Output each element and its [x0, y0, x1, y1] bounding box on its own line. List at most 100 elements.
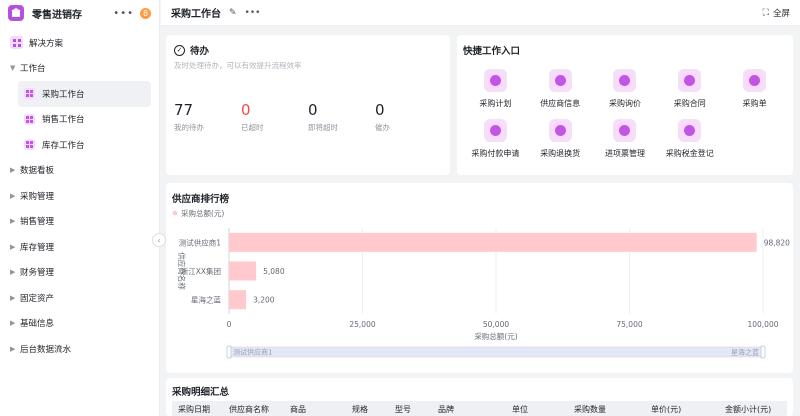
quick-purchase-inquiry[interactable]: 采购询价 — [593, 69, 658, 109]
stat-due-soon[interactable]: 0 即将超时 — [308, 101, 375, 133]
check-circle-icon — [613, 119, 637, 142]
sidebar-item-label: 销售管理 — [20, 217, 55, 228]
todo-card: ✓ 待办 及时处理待办，可以有效提升流程效率 77 我的待办 0 已超时 0 即… — [166, 35, 450, 175]
todo-title: 待办 — [190, 46, 210, 57]
sidebar-group-basic-info[interactable]: ▶ 基础信息 — [0, 311, 159, 337]
stat-label: 我的待办 — [174, 123, 204, 132]
car-icon — [548, 119, 572, 142]
quick-label: 采购计划 — [479, 99, 512, 108]
stat-overdue[interactable]: 0 已超时 — [241, 101, 308, 133]
quick-label: 采购合同 — [673, 99, 706, 108]
quick-label: 采购退换货 — [540, 149, 581, 158]
stat-urge[interactable]: 0 催办 — [375, 101, 442, 133]
bar-value-label: 98,820 — [764, 238, 790, 247]
sidebar-group-purchase[interactable]: ▶ 采购管理 — [0, 183, 159, 209]
quick-purchase-plan[interactable]: 采购计划 — [463, 69, 528, 109]
sidebar-group-assets[interactable]: ▶ 固定资产 — [0, 285, 159, 311]
grid-icon — [24, 88, 35, 100]
quick-return-exchange[interactable]: 采购退换货 — [528, 119, 593, 159]
column-header[interactable]: 品牌 — [438, 404, 454, 415]
stat-number: 0 — [308, 101, 318, 119]
sidebar-item-label: 库存管理 — [20, 242, 55, 253]
column-header[interactable]: 金额小计(元) — [725, 404, 771, 415]
notification-badge[interactable]: 8 — [140, 7, 151, 19]
stat-label: 已超时 — [241, 123, 264, 132]
column-header[interactable]: 单位 — [512, 404, 528, 415]
stat-number: 0 — [241, 101, 251, 119]
sidebar-item-label: 销售工作台 — [42, 115, 85, 126]
fullscreen-button[interactable]: ⛶ 全屏 — [763, 7, 790, 19]
x-tick-label: 50,000 — [483, 320, 509, 329]
page-title: 采购工作台 — [171, 9, 221, 20]
collapse-sidebar-icon[interactable]: ‹ — [152, 233, 166, 247]
sidebar-group-dashboard[interactable]: ▶ 数据看板 — [0, 158, 159, 184]
more-icon[interactable]: ••• — [245, 8, 261, 18]
todo-description: 及时处理待办，可以有效提升流程效率 — [174, 61, 302, 70]
grid-icon — [24, 113, 35, 125]
sidebar-group-backend-flow[interactable]: ▶ 后台数据流水 — [0, 336, 159, 362]
fullscreen-label: 全屏 — [772, 8, 790, 19]
supplier-ranking-chart: 采购总额(元) 0 25,000 50,000 75,000 100,000 测试供应商1 9… — [172, 208, 790, 359]
caret-right-icon: ▶ — [10, 217, 16, 226]
quick-tax-register[interactable]: 采购税金登记 — [657, 119, 722, 159]
quick-payment-request[interactable]: 采购付款申请 — [463, 119, 528, 159]
bar — [229, 290, 247, 310]
sidebar-item-label: 数据看板 — [20, 166, 55, 177]
sidebar-item-label: 库存工作台 — [42, 140, 85, 151]
caret-right-icon: ▶ — [10, 242, 16, 251]
column-header[interactable]: 供应商名称 — [229, 404, 269, 415]
sidebar-item-label: 工作台 — [20, 64, 46, 75]
bar — [229, 232, 757, 252]
sidebar-group-finance[interactable]: ▶ 财务管理 — [0, 260, 159, 286]
sidebar-item-solution[interactable]: 解决方案 — [0, 30, 159, 56]
sidebar-item-label: 采购管理 — [20, 191, 55, 202]
quick-input-invoice[interactable]: 进项票管理 — [593, 119, 658, 159]
supplier-ranking-card: 采购总额(元) 0 25,000 50,000 75,000 100,000 测试供应商1 9… — [166, 183, 793, 373]
solution-icon — [10, 36, 23, 50]
quick-purchase-order[interactable]: 采购单 — [722, 69, 787, 109]
sidebar-group-workbench[interactable]: ▼ 工作台 — [0, 56, 159, 82]
x-tick-label: 100,000 — [747, 320, 778, 329]
column-header[interactable]: 规格 — [352, 404, 368, 415]
legend-swatch — [172, 210, 178, 216]
quick-label: 进项票管理 — [604, 149, 645, 158]
stat-number: 0 — [375, 101, 385, 119]
sidebar-header: 零售进销存 ••• 8 — [0, 0, 159, 26]
sidebar-item-inventory-workbench[interactable]: 库存工作台 — [18, 132, 151, 158]
sidebar-item-purchase-workbench[interactable]: 采购工作台 — [18, 81, 151, 107]
topbar: 采购工作台 ✎ ••• ⛶ 全屏 — [161, 0, 800, 26]
caret-right-icon: ▶ — [10, 166, 16, 175]
user-circle-icon — [678, 69, 702, 92]
stat-my-todo[interactable]: 77 我的待办 — [174, 101, 241, 133]
quick-label: 采购税金登记 — [665, 149, 714, 158]
caret-right-icon: ▶ — [10, 293, 16, 302]
sidebar-item-label: 解决方案 — [29, 38, 64, 49]
edit-icon[interactable]: ✎ — [229, 8, 237, 18]
app-title: 零售进销存 — [32, 9, 82, 21]
slider-handle-right — [760, 345, 766, 359]
quick-supplier-info[interactable]: 供应商信息 — [528, 69, 593, 109]
column-header[interactable]: 商品 — [290, 404, 306, 415]
sidebar-item-sales-workbench[interactable]: 销售工作台 — [18, 107, 151, 133]
stat-number: 77 — [174, 101, 194, 119]
quick-purchase-contract[interactable]: 采购合同 — [657, 69, 722, 109]
bar — [229, 261, 257, 281]
grid-icon — [24, 139, 35, 151]
download-doc-icon — [483, 119, 507, 142]
column-header[interactable]: 单价(元) — [651, 404, 681, 415]
column-header[interactable]: 型号 — [395, 404, 411, 415]
sidebar-item-label: 基础信息 — [20, 319, 55, 330]
caret-right-icon: ▶ — [10, 344, 16, 353]
y-axis-title: 供应商名称 — [177, 252, 187, 290]
column-header[interactable]: 采购日期 — [178, 404, 210, 415]
column-header[interactable]: 采购数量 — [574, 404, 606, 415]
y-tick-label: 测试供应商1 — [179, 237, 221, 247]
sidebar-group-inventory[interactable]: ▶ 库存管理 — [0, 234, 159, 260]
more-icon[interactable]: ••• — [113, 8, 134, 19]
quick-label: 采购询价 — [608, 99, 641, 108]
legend-label: 采购总额(元) — [181, 208, 224, 218]
sidebar-item-label: 财务管理 — [20, 268, 55, 279]
sidebar-group-sales[interactable]: ▶ 销售管理 — [0, 209, 159, 235]
expand-icon: ⛶ — [762, 7, 769, 18]
yen-icon — [678, 119, 702, 142]
